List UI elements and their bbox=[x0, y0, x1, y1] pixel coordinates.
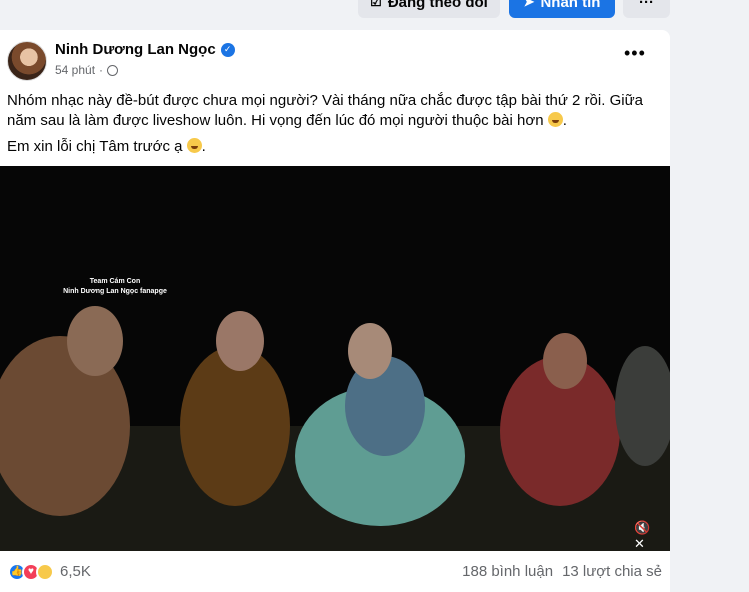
post-card: Ninh Dương Lan Ngọc ✓ 54 phút · ••• Nhóm… bbox=[0, 30, 670, 592]
globe-icon bbox=[107, 64, 119, 76]
verified-icon: ✓ bbox=[220, 42, 235, 57]
page-actions-bar: ☑ Đang theo dõi ➤ Nhắn tin ··· bbox=[0, 0, 749, 18]
following-label: Đang theo dõi bbox=[387, 0, 488, 11]
mute-icon[interactable]: 🔇✕ bbox=[634, 520, 656, 551]
video-frame bbox=[0, 166, 670, 551]
author-name[interactable]: Ninh Dương Lan Ngọc bbox=[55, 41, 216, 58]
message-button[interactable]: ➤ Nhắn tin bbox=[509, 0, 615, 18]
haha-icon bbox=[36, 562, 54, 581]
post-footer: 👍 ♥ 6,5K 188 bình luận 13 lượt chia sẻ bbox=[0, 551, 670, 592]
video-caption-line: Team Cám Con bbox=[89, 278, 141, 285]
author-row: Ninh Dương Lan Ngọc ✓ bbox=[55, 41, 235, 58]
message-label: Nhắn tin bbox=[540, 0, 601, 11]
post-meta: 54 phút · bbox=[55, 63, 119, 77]
reaction-count: 6,5K bbox=[60, 563, 91, 580]
post-paragraph-text: Nhóm nhạc này đề-bút được chưa mọi người… bbox=[7, 92, 643, 129]
teary-emoji-icon bbox=[186, 138, 202, 153]
video-watermark: Team Cám Con Ninh Dương Lan Ngọc fanapge bbox=[50, 277, 180, 297]
more-actions-button[interactable]: ··· bbox=[623, 0, 670, 18]
video-caption-line: Ninh Dương Lan Ngọc fanapge bbox=[63, 288, 167, 295]
reactions-summary[interactable]: 👍 ♥ 6,5K bbox=[8, 562, 91, 581]
post-video[interactable]: Team Cám Con Ninh Dương Lan Ngọc fanapge… bbox=[0, 166, 670, 551]
post-text: Nhóm nhạc này đề-bút được chưa mọi người… bbox=[7, 91, 657, 163]
avatar[interactable] bbox=[7, 41, 47, 81]
post-stats: 188 bình luận 13 lượt chia sẻ bbox=[462, 563, 662, 580]
post-menu-button[interactable]: ••• bbox=[624, 44, 646, 62]
check-icon: ☑ bbox=[370, 0, 382, 9]
more-icon: ··· bbox=[639, 0, 654, 11]
post-paragraph: Em xin lỗi chị Tâm trước ạ . bbox=[7, 138, 206, 155]
post-paragraph-text: Em xin lỗi chị Tâm trước ạ bbox=[7, 138, 183, 155]
messenger-icon: ➤ bbox=[523, 0, 535, 9]
comments-count[interactable]: 188 bình luận bbox=[462, 563, 553, 580]
separator-dot: · bbox=[99, 63, 104, 77]
following-button[interactable]: ☑ Đang theo dõi bbox=[358, 0, 500, 18]
post-time[interactable]: 54 phút bbox=[55, 63, 95, 77]
post-paragraph: Nhóm nhạc này đề-bút được chưa mọi người… bbox=[7, 92, 643, 129]
laughing-emoji-icon bbox=[547, 112, 563, 127]
shares-count[interactable]: 13 lượt chia sẻ bbox=[562, 563, 662, 580]
